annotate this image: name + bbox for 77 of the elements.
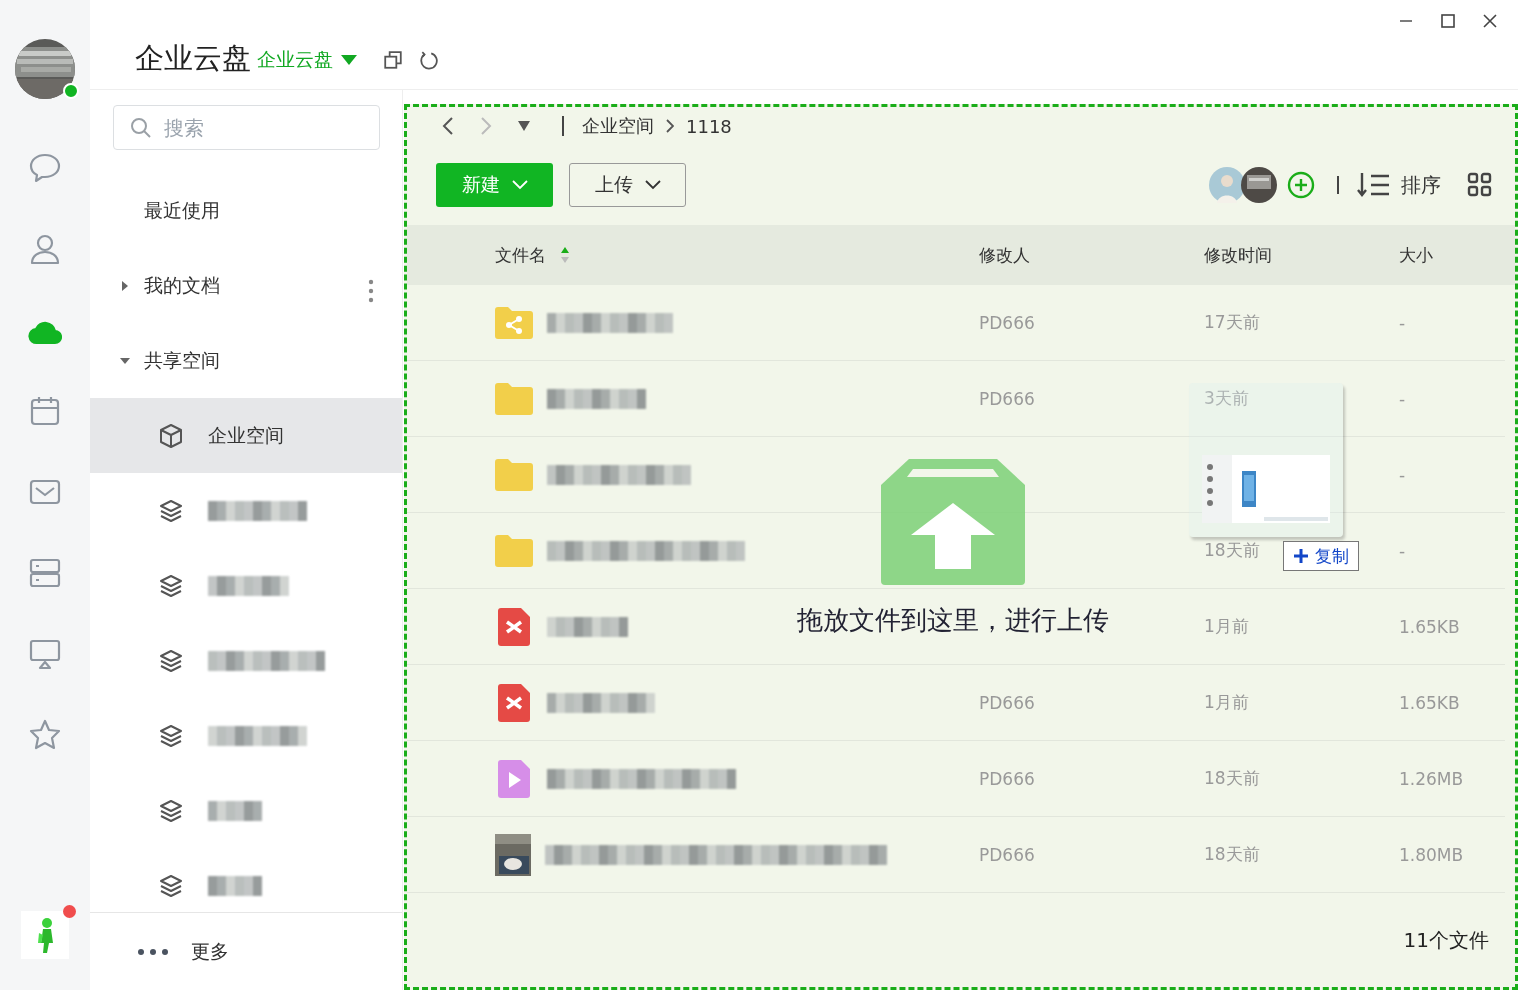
cube-icon xyxy=(158,422,184,449)
file-count: 11个文件 xyxy=(1403,926,1489,954)
caret-icon[interactable] xyxy=(120,356,130,366)
table-cell: 1月前 xyxy=(1204,616,1249,636)
back-icon[interactable] xyxy=(442,116,454,136)
server-icon[interactable] xyxy=(28,556,62,590)
video-file-icon xyxy=(495,759,533,798)
table-cell: PD666 xyxy=(979,312,1035,333)
chevron-down-icon xyxy=(644,180,661,190)
table-cell-text: 1.65KB xyxy=(1399,616,1461,637)
dropdown-icon[interactable] xyxy=(518,121,530,131)
table-cell-text: - xyxy=(1399,540,1407,561)
table-cell: PD666 xyxy=(979,768,1035,789)
layers-icon xyxy=(158,497,184,524)
breadcrumb-link[interactable]: 企业空间 xyxy=(582,114,654,138)
table-cell: 18天前 xyxy=(1204,844,1260,864)
ellipsis-icon xyxy=(137,947,171,956)
document-icon xyxy=(495,607,533,646)
more-button[interactable]: 更多 xyxy=(90,912,402,990)
table-cell: 18天前 xyxy=(1204,540,1260,560)
sort-arrows-icon[interactable] xyxy=(560,246,570,264)
popout-icon[interactable] xyxy=(383,49,403,70)
table-cell: 1月前 xyxy=(1204,692,1249,712)
breadcrumb-link[interactable]: 1118 xyxy=(686,115,732,137)
sort-button[interactable]: 排序 xyxy=(1357,171,1441,199)
column-header[interactable]: 修改时间 xyxy=(1204,243,1272,267)
layers-icon xyxy=(158,797,184,824)
table-cell-text: 1.80MB xyxy=(1399,844,1465,865)
add-member-icon[interactable] xyxy=(1287,171,1315,199)
table-cell: 3天前 xyxy=(1204,388,1249,408)
column-header[interactable]: 修改人 xyxy=(979,243,1030,267)
table-cell-text: - xyxy=(1399,388,1407,409)
more-options-icon[interactable] xyxy=(368,279,374,303)
sidebar-item[interactable]: 我的文档 xyxy=(90,248,402,323)
caret-icon[interactable] xyxy=(120,281,130,291)
star-icon[interactable] xyxy=(28,718,62,752)
table-cell-text: - xyxy=(1399,464,1407,485)
document-icon xyxy=(495,683,533,722)
maximize-icon[interactable] xyxy=(1440,13,1456,29)
forward-icon[interactable] xyxy=(480,116,492,136)
table-cell-text: 1.26MB xyxy=(1399,768,1465,789)
table-cell-text: - xyxy=(1399,312,1407,333)
sidebar-item[interactable]: 最近使用 xyxy=(90,173,402,248)
column-header[interactable]: 文件名 xyxy=(495,243,546,267)
blurred-name xyxy=(208,800,262,821)
chevron-icon xyxy=(666,119,674,133)
person-icon[interactable] xyxy=(28,232,62,266)
search-field[interactable]: 搜索 xyxy=(113,105,380,150)
calendar-icon[interactable] xyxy=(28,394,62,428)
copy-badge: 复制 xyxy=(1283,541,1359,571)
sort-icon xyxy=(1357,171,1391,199)
robot-app-icon[interactable] xyxy=(21,911,69,959)
table-cell: PD666 xyxy=(979,844,1035,865)
close-icon[interactable] xyxy=(1482,13,1498,29)
chat-icon[interactable] xyxy=(28,151,62,185)
layers-icon xyxy=(158,647,184,674)
table-cell: 17天前 xyxy=(1204,312,1260,332)
upload-button[interactable]: 上传 xyxy=(569,163,686,207)
layers-icon xyxy=(158,572,184,599)
table-cell: PD666 xyxy=(979,388,1035,409)
table-cell: 18天前 xyxy=(1204,768,1260,788)
layers-icon xyxy=(158,722,184,749)
search-icon xyxy=(130,117,152,139)
sidebar-item[interactable]: 企业空间 xyxy=(90,398,402,473)
layers-icon xyxy=(158,872,184,899)
table-cell: PD666 xyxy=(979,692,1035,713)
column-header[interactable]: 大小 xyxy=(1399,243,1433,267)
drop-hint: 拖放文件到这里，进行上传 xyxy=(797,604,1109,637)
sidebar-item[interactable]: 共享空间 xyxy=(90,323,402,398)
app-title: 企业云盘 xyxy=(135,39,251,77)
blurred-name xyxy=(208,875,262,896)
chevron-down-icon xyxy=(511,180,528,190)
upload-box-icon xyxy=(881,459,1025,585)
table-cell-text: 1.65KB xyxy=(1399,692,1461,713)
grid-view-icon[interactable] xyxy=(1467,172,1493,198)
screen-icon[interactable] xyxy=(28,637,62,671)
refresh-icon[interactable] xyxy=(419,49,439,70)
